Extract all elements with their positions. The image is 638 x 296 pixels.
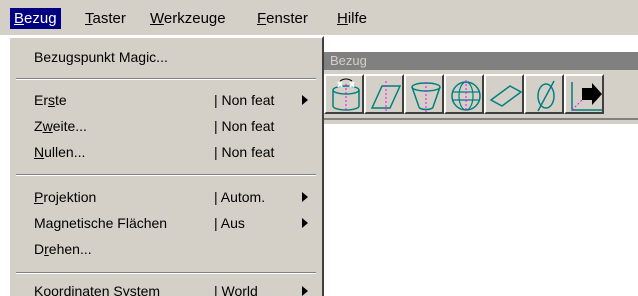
toolbar-strip xyxy=(324,74,638,118)
plane-button[interactable] xyxy=(364,74,404,114)
menu-item-nullen[interactable]: Nullen... | Non feat xyxy=(10,139,322,165)
cylinder-magic-icon xyxy=(332,78,360,111)
menu-bar: Bezug Taster Werkzeuge Fenster Hilfe xyxy=(0,0,638,35)
menu-item-drehen[interactable]: Drehen... xyxy=(10,236,322,262)
label-mnemonic: w xyxy=(42,118,53,134)
cone-button[interactable] xyxy=(404,74,444,114)
menu-taster-mnemonic: T xyxy=(85,10,93,27)
menu-item-label: Projektion xyxy=(34,184,96,210)
menu-item-value: | World xyxy=(214,283,258,296)
label-part: oordinaten System xyxy=(43,283,161,296)
phi-angle-button[interactable] xyxy=(524,74,564,114)
menu-werkzeuge-rest: erkzeuge xyxy=(163,10,226,27)
menu-hilfe-mnemonic: H xyxy=(337,10,348,27)
menu-bezug[interactable]: Bezug xyxy=(10,8,61,29)
toolbar-title[interactable]: Bezug xyxy=(324,52,638,70)
menu-item-label: Nullen... xyxy=(34,139,85,165)
cylinder-magic-button[interactable] xyxy=(324,74,364,114)
submenu-arrow-icon xyxy=(302,286,308,296)
label-part: Ma xyxy=(34,215,54,231)
menu-item-bezugspunkt-magic[interactable]: Bezugspunkt Magic... xyxy=(10,44,322,70)
menu-hilfe[interactable]: Hilfe xyxy=(333,8,371,29)
flat-plane-button[interactable] xyxy=(484,74,524,114)
sphere-icon xyxy=(451,80,481,112)
label-mnemonic: N xyxy=(34,144,45,160)
menu-werkzeuge[interactable]: Werkzeuge xyxy=(146,8,230,29)
menu-taster-rest: aster xyxy=(92,10,126,27)
bezug-dropdown-menu: Bezugspunkt Magic... Erste | Non feat Zw… xyxy=(8,36,324,296)
submenu-arrow-icon xyxy=(302,192,308,202)
label-part: rojektion xyxy=(43,189,97,205)
phi-angle-icon xyxy=(537,80,555,112)
label-part: Er xyxy=(34,92,48,108)
label-part: D xyxy=(34,241,45,257)
menu-item-label: Bezugspunkt Magic... xyxy=(34,49,168,65)
submenu-arrow-icon xyxy=(302,95,308,105)
label-mnemonic: s xyxy=(48,92,55,108)
menu-item-zweite[interactable]: Zweite... | Non feat xyxy=(10,113,322,139)
menu-item-label: Magnetische Flächen xyxy=(34,210,167,236)
flat-plane-icon xyxy=(489,85,523,107)
menu-item-value: | Autom. xyxy=(214,189,266,205)
cone-icon xyxy=(411,82,441,112)
menu-hilfe-rest: ilfe xyxy=(347,10,368,27)
submenu-arrow-icon xyxy=(302,218,308,228)
menu-fenster[interactable]: Fenster xyxy=(253,8,312,29)
menu-bezug-mnemonic: B xyxy=(14,10,25,27)
menu-werkzeuge-mnemonic: W xyxy=(150,10,164,27)
menu-item-value: | Non feat xyxy=(214,92,275,108)
coordinate-arrow-icon xyxy=(571,82,602,111)
menu-item-value: | Non feat xyxy=(214,118,275,134)
label-part: te xyxy=(55,92,67,108)
label-mnemonic: K xyxy=(34,283,44,296)
menu-separator xyxy=(16,272,316,274)
menu-separator xyxy=(16,174,316,176)
menu-item-label: Erste xyxy=(34,87,67,113)
coordinate-arrow-button[interactable] xyxy=(564,74,604,114)
menu-item-projektion[interactable]: Projektion | Autom. xyxy=(10,184,322,210)
menu-bezug-rest: ezug xyxy=(24,10,57,27)
menu-item-magnetische-flaechen[interactable]: Magnetische Flächen | Aus xyxy=(10,210,322,236)
menu-separator xyxy=(16,78,316,80)
label-part: ehen... xyxy=(48,241,92,257)
plane-icon xyxy=(370,81,402,112)
bezug-toolbar-window: Bezug xyxy=(322,50,638,124)
label-part: eite... xyxy=(52,118,87,134)
label-part: Z xyxy=(34,118,43,134)
menu-item-label: Drehen... xyxy=(34,236,92,262)
menu-item-koordinaten-system[interactable]: Koordinaten System | World xyxy=(10,278,322,296)
menu-taster[interactable]: Taster xyxy=(81,8,130,29)
menu-item-value: | Aus xyxy=(214,215,245,231)
menu-fenster-rest: enster xyxy=(266,10,308,27)
menu-fenster-mnemonic: F xyxy=(257,10,267,27)
label-part: netische Flächen xyxy=(61,215,168,231)
sphere-button[interactable] xyxy=(444,74,484,114)
menu-item-erste[interactable]: Erste | Non feat xyxy=(10,87,322,113)
menu-item-label: Koordinaten System xyxy=(34,278,160,296)
menu-item-label: Zweite... xyxy=(34,113,87,139)
toolbar-divider xyxy=(324,118,638,124)
menu-item-value: | Non feat xyxy=(214,144,275,160)
label-part: ullen... xyxy=(44,144,86,160)
label-mnemonic: P xyxy=(34,189,44,205)
